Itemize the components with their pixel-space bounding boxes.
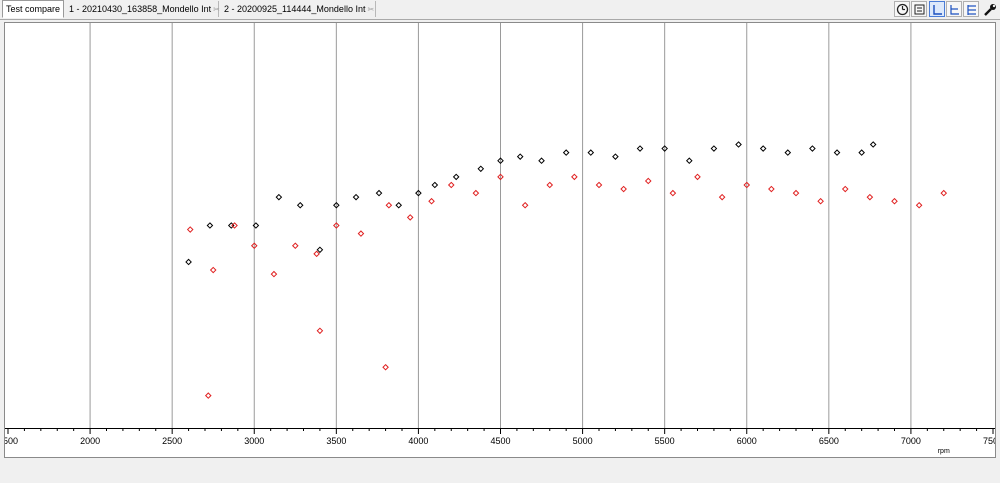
- x-tick-label: 6500: [819, 436, 839, 446]
- scatter-point-series-1: [431, 181, 439, 189]
- scatter-point-series-2: [186, 226, 194, 233]
- scatter-point-series-2: [718, 193, 726, 201]
- scatter-point-series-2: [291, 242, 299, 250]
- single-axis-icon[interactable]: [929, 1, 945, 17]
- scatter-point-series-2: [595, 181, 603, 189]
- scatter-point-series-2: [316, 327, 324, 335]
- plot-area[interactable]: 1500 2000 2500 3000 3500 4000 4500 5000 5500 6000…: [4, 22, 996, 458]
- scatter-point-series-1: [538, 157, 545, 165]
- scatter-point-series-2: [270, 270, 278, 278]
- scatter-point-series-2: [521, 201, 529, 209]
- scatter-point-series-2: [644, 177, 652, 185]
- scatter-point-series-2: [382, 363, 389, 371]
- scatter-point-series-2: [447, 181, 455, 189]
- scatter-point-series-2: [940, 189, 948, 197]
- scatter-point-series-2: [768, 185, 775, 193]
- scatter-point-series-1: [185, 258, 192, 266]
- wrench-icon[interactable]: [981, 1, 997, 17]
- scatter-point-series-1: [206, 222, 214, 229]
- scatter-point-series-1: [809, 145, 816, 152]
- scatter-point-series-1: [833, 149, 841, 156]
- x-tick-label: 6000: [737, 436, 757, 446]
- tab-bar: Test compare 1 - 20210430_163858_Mondell…: [0, 0, 1000, 20]
- scatter-point-series-2: [669, 189, 677, 197]
- tab-label: 1 - 20210430_163858_Mondello Int: [69, 4, 212, 14]
- scatter-point-series-2: [891, 197, 898, 205]
- x-tick-label: 7000: [901, 436, 921, 446]
- scatter-point-series-2: [357, 230, 365, 237]
- x-tick-label: 5000: [573, 436, 593, 446]
- scatter-point-series-2: [792, 189, 800, 197]
- stacked-axis-icon[interactable]: [946, 1, 962, 17]
- close-icon[interactable]: ✂: [213, 5, 220, 14]
- scatter-point-series-2: [428, 197, 435, 205]
- scatter-point-series-2: [694, 173, 701, 181]
- scatter-point-series-1: [784, 149, 792, 156]
- scatter-point-series-1: [587, 149, 595, 156]
- clock-icon[interactable]: [894, 1, 910, 17]
- tab-test-compare[interactable]: Test compare: [2, 0, 64, 18]
- scatter-point-series-1: [477, 165, 485, 173]
- scatter-point-series-1: [296, 201, 304, 209]
- scatter-point-series-2: [385, 201, 393, 209]
- scatter-point-series-1: [275, 193, 283, 201]
- scatter-point-series-1: [516, 153, 524, 160]
- scatter-point-series-1: [759, 145, 767, 152]
- tab-label: Test compare: [6, 4, 61, 14]
- scatter-point-series-1: [375, 189, 383, 197]
- tab-session-2[interactable]: 2 - 20200925_114444_Mondello Int ✂: [221, 1, 376, 17]
- fit-view-icon[interactable]: [911, 1, 927, 17]
- scatter-point-series-2: [313, 250, 320, 258]
- scatter-point-series-1: [735, 141, 742, 148]
- close-icon[interactable]: ✂: [367, 5, 374, 14]
- scatter-point-series-1: [710, 145, 718, 152]
- scatter-point-series-1: [685, 157, 693, 165]
- multi-axis-icon[interactable]: [963, 1, 979, 17]
- scatter-point-series-2: [915, 201, 923, 209]
- x-axis-label: rpm: [938, 448, 950, 455]
- scatter-point-series-2: [546, 181, 554, 189]
- x-tick-label: 2500: [162, 436, 182, 446]
- scatter-point-series-2: [209, 266, 217, 274]
- tab-session-1[interactable]: 1 - 20210430_163858_Mondello Int ✂: [66, 1, 220, 17]
- scatter-point-series-1: [316, 246, 324, 254]
- scatter-point-series-2: [204, 392, 212, 399]
- x-tick-label: 3000: [244, 436, 264, 446]
- scatter-point-series-1: [562, 149, 570, 156]
- x-tick-label: 4000: [408, 436, 428, 446]
- scatter-point-series-1: [452, 173, 460, 181]
- scatter-chart: 1500 2000 2500 3000 3500 4000 4500 5000 5500 6000…: [5, 23, 995, 455]
- scatter-point-series-1: [395, 201, 403, 209]
- scatter-point-series-2: [571, 173, 578, 181]
- scatter-point-series-1: [612, 153, 619, 160]
- x-tick-label: 5500: [655, 436, 675, 446]
- scatter-point-series-2: [406, 214, 414, 221]
- scatter-point-series-1: [636, 145, 644, 152]
- tab-label: 2 - 20200925_114444_Mondello Int: [224, 4, 366, 14]
- x-tick-label: 4500: [490, 436, 510, 446]
- scatter-point-series-1: [858, 149, 865, 156]
- scatter-point-series-2: [620, 185, 627, 193]
- scatter-point-series-1: [352, 193, 360, 201]
- x-tick-label: 3500: [326, 436, 346, 446]
- x-tick-label: 7500: [983, 436, 995, 446]
- x-tick-label: 2000: [80, 436, 100, 446]
- scatter-point-series-2: [472, 189, 480, 197]
- scatter-point-series-1: [869, 141, 877, 148]
- x-tick-label: 1500: [5, 436, 18, 446]
- scatter-point-series-2: [866, 193, 874, 201]
- scatter-point-series-2: [817, 197, 824, 205]
- scatter-point-series-2: [841, 185, 849, 193]
- app-window: Test compare 1 - 20210430_163858_Mondell…: [0, 0, 1000, 483]
